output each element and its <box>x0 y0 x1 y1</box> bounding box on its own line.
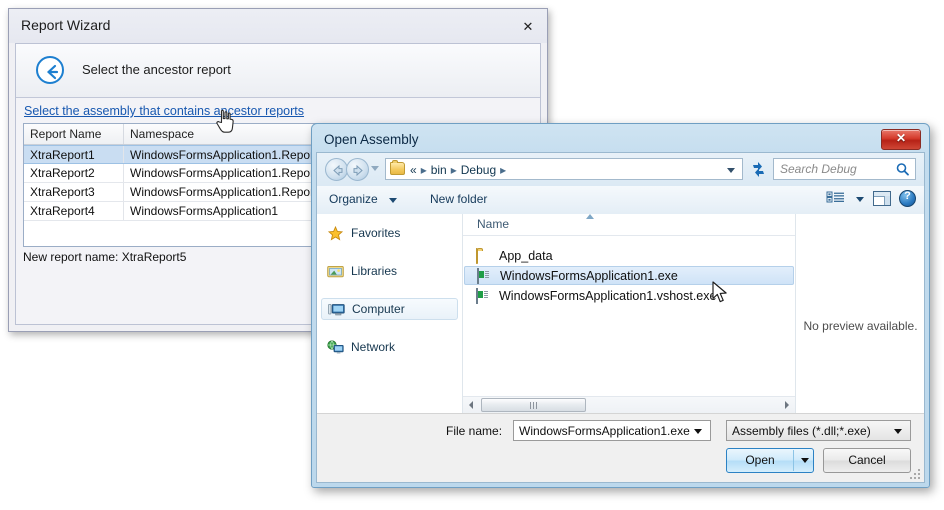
grip-icon <box>529 402 538 409</box>
close-icon-glyph: ✕ <box>895 131 907 145</box>
exe-file-icon <box>477 267 493 284</box>
computer-icon <box>328 302 345 317</box>
chevron-right-icon[interactable]: ▸ <box>496 163 510 177</box>
organize-button[interactable]: Organize <box>329 192 378 206</box>
star-icon <box>327 225 344 241</box>
file-list[interactable]: Name App_data WindowsFormsApplication1.e… <box>463 214 796 414</box>
sidebar-item-computer[interactable]: Computer <box>321 298 458 320</box>
cell-report-name: XtraReport3 <box>24 183 124 201</box>
open-assembly-title: Open Assembly <box>324 132 419 147</box>
select-assembly-link[interactable]: Select the assembly that contains ancest… <box>24 104 304 118</box>
chevron-down-icon[interactable] <box>856 197 864 202</box>
cancel-button-label: Cancel <box>848 453 886 467</box>
folder-icon <box>476 247 492 264</box>
open-button[interactable]: Open <box>726 448 814 473</box>
cancel-button[interactable]: Cancel <box>823 448 911 473</box>
sort-ascending-icon <box>586 214 594 219</box>
refresh-icon[interactable] <box>749 160 768 179</box>
explorer-content: Favorites Libraries Computer Network Nam… <box>317 214 924 414</box>
new-report-name-status: New report name: XtraReport5 <box>23 250 187 264</box>
search-placeholder: Search Debug <box>780 162 857 176</box>
arrow-left-circle-icon[interactable] <box>36 56 64 84</box>
file-name-label: File name: <box>446 424 503 438</box>
search-icon[interactable] <box>895 162 910 182</box>
address-bar[interactable]: « ▸ bin ▸ Debug ▸ <box>385 158 743 180</box>
screen: Report Wizard ✕ Select the ancestor repo… <box>0 0 944 510</box>
help-icon-glyph: ? <box>904 190 911 202</box>
view-list-icon[interactable] <box>826 191 846 208</box>
close-icon[interactable]: ✕ <box>517 17 539 37</box>
close-icon[interactable]: ✕ <box>881 129 921 150</box>
folder-icon <box>390 160 405 175</box>
file-type-filter-value: Assembly files (*.dll;*.exe) <box>732 424 871 438</box>
chevron-down-icon[interactable] <box>389 198 397 203</box>
chevron-down-icon[interactable] <box>801 458 809 463</box>
breadcrumb-item-debug[interactable]: Debug <box>461 163 496 177</box>
triangle-right-icon[interactable] <box>778 397 795 413</box>
open-assembly-client-area: « ▸ bin ▸ Debug ▸ Search Debug Organize … <box>316 152 925 483</box>
chevron-right-icon: ▸ <box>450 163 457 177</box>
column-header-report-name[interactable]: Report Name <box>24 124 124 144</box>
list-item-label: App_data <box>499 248 553 263</box>
file-type-filter-select[interactable]: Assembly files (*.dll;*.exe) <box>726 420 911 441</box>
cell-report-name: XtraReport2 <box>24 164 124 182</box>
chevron-down-icon <box>894 429 902 434</box>
navigation-pane: Favorites Libraries Computer Network <box>317 214 463 414</box>
triangle-left-icon[interactable] <box>463 397 480 413</box>
arrow-left-icon[interactable] <box>325 158 348 181</box>
sidebar-item-label: Favorites <box>351 226 401 240</box>
chevron-down-icon[interactable] <box>694 429 702 434</box>
file-name-value: WindowsFormsApplication1.exe <box>519 424 690 438</box>
wizard-step-header: Select the ancestor report <box>16 44 540 98</box>
navigation-bar: « ▸ bin ▸ Debug ▸ Search Debug <box>317 153 924 186</box>
search-input[interactable]: Search Debug <box>773 158 916 180</box>
preview-message: No preview available. <box>803 319 918 333</box>
list-item-label: WindowsFormsApplication1.exe <box>500 268 678 283</box>
sidebar-item-label: Computer <box>352 302 405 316</box>
sidebar-item-label: Libraries <box>351 264 398 278</box>
arrow-right-icon[interactable] <box>346 158 369 181</box>
list-item-label: WindowsFormsApplication1.vshost.exe <box>499 288 717 303</box>
preview-pane: No preview available. <box>797 214 924 414</box>
divider <box>793 450 794 471</box>
cell-report-name: XtraReport4 <box>24 202 124 220</box>
file-name-input[interactable]: WindowsFormsApplication1.exe <box>513 420 711 441</box>
horizontal-scrollbar[interactable] <box>463 396 795 414</box>
breadcrumb-item-bin[interactable]: bin <box>431 163 447 177</box>
help-icon[interactable]: ? <box>899 190 916 207</box>
list-item[interactable]: WindowsFormsApplication1.vshost.exe <box>464 286 794 305</box>
file-list-header: Name <box>463 214 795 236</box>
sidebar-item-network[interactable]: Network <box>321 336 458 358</box>
breadcrumb: « ▸ bin ▸ Debug ▸ <box>410 162 720 178</box>
list-item[interactable]: App_data <box>464 246 794 265</box>
explorer-toolbar: Organize New folder ? <box>317 186 924 215</box>
report-wizard-title: Report Wizard <box>21 17 111 33</box>
open-button-label: Open <box>745 453 775 467</box>
chevron-right-icon: ▸ <box>420 163 427 177</box>
preview-pane-icon[interactable] <box>873 191 891 206</box>
new-folder-button[interactable]: New folder <box>430 192 487 206</box>
sidebar-item-libraries[interactable]: Libraries <box>321 260 458 282</box>
resize-grip-icon[interactable] <box>910 469 921 480</box>
sidebar-item-favorites[interactable]: Favorites <box>321 222 458 244</box>
open-assembly-dialog: Open Assembly ✕ « ▸ bin ▸ Debug ▸ Search… <box>311 123 930 488</box>
exe-file-icon <box>476 287 492 304</box>
dialog-footer: File name: WindowsFormsApplication1.exe … <box>317 413 924 482</box>
report-wizard-titlebar: Report Wizard ✕ <box>9 9 547 43</box>
network-icon <box>327 339 344 355</box>
breadcrumb-overflow[interactable]: « <box>410 163 417 177</box>
wizard-step-title: Select the ancestor report <box>82 62 231 77</box>
chevron-down-icon[interactable] <box>727 168 735 173</box>
scrollbar-thumb[interactable] <box>481 398 586 412</box>
sidebar-item-label: Network <box>351 340 396 354</box>
column-header-name[interactable]: Name <box>477 217 509 231</box>
libraries-folder-icon <box>327 264 344 279</box>
cell-report-name: XtraReport1 <box>24 146 124 163</box>
chevron-down-icon[interactable] <box>371 166 379 171</box>
list-item[interactable]: WindowsFormsApplication1.exe <box>464 266 794 285</box>
